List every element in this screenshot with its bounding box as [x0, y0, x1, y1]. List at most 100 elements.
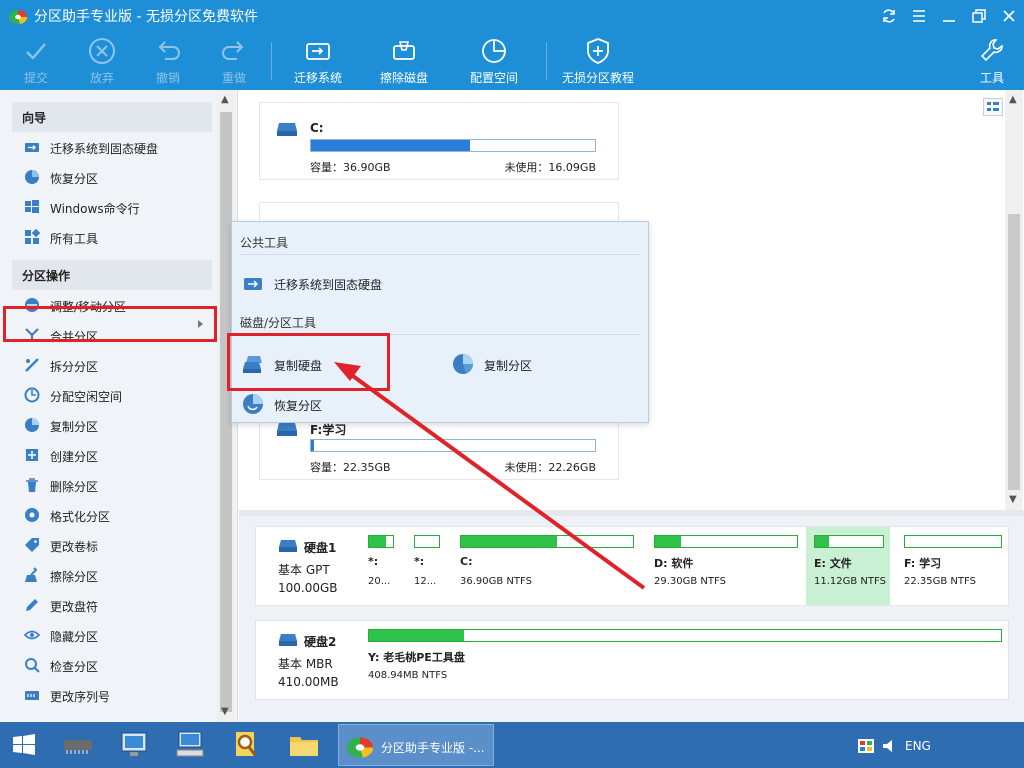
close-button[interactable]: [996, 4, 1022, 28]
migrate-ssd-icon: [25, 143, 39, 152]
partition-card[interactable]: C: 容量：36.90GB 未使用：16.09GB: [259, 102, 619, 180]
hamburger-icon: [913, 10, 925, 22]
submit-label: 提交: [23, 71, 48, 85]
input-method-icon[interactable]: [858, 739, 874, 753]
sidebar-item-label: 复制分区: [50, 420, 99, 434]
disk-icon: [279, 540, 297, 552]
sidebar-item-recover-partition[interactable]: 恢复分区: [12, 162, 212, 192]
sidebar-item-migrate-ssd[interactable]: 迁移系统到固态硬盘: [12, 132, 212, 162]
minimize-button[interactable]: [936, 4, 962, 28]
refresh-icon: [883, 9, 895, 23]
language-indicator[interactable]: ENG: [905, 739, 931, 753]
sidebar-item-delete[interactable]: 删除分区: [12, 470, 212, 500]
partition-usage-fill: [369, 536, 386, 547]
copy-disk-highlight: [227, 333, 390, 391]
disk-row[interactable]: 硬盘1 基本 GPT 100.00GB *: 20... *: 12... C:…: [255, 526, 1009, 606]
sidebar-item-split[interactable]: 拆分分区: [12, 350, 212, 380]
toolbar-separator: [271, 42, 272, 80]
flyout-item-copy-partition[interactable]: 复制分区: [442, 349, 642, 379]
scroll-up-icon[interactable]: ▲: [221, 94, 229, 105]
partition-usage-fill: [369, 630, 464, 641]
migrate-ssd-icon: [244, 278, 262, 290]
taskbar-search-app[interactable]: [228, 728, 264, 762]
disk-title: 硬盘2: [304, 635, 337, 649]
undo-label: 撤销: [155, 71, 180, 85]
sidebar-item-wipe-partition[interactable]: 擦除分区: [12, 560, 212, 590]
sidebar-item-label: 更改序列号: [50, 690, 111, 704]
partition-label: *:: [414, 555, 425, 568]
partition-size: 22.35GB NTFS: [904, 576, 976, 587]
sidebar-item-change-serial[interactable]: 更改序列号: [12, 680, 212, 710]
partition-usage-fill: [815, 536, 829, 547]
partition-block[interactable]: D: 软件 29.30GB NTFS: [646, 527, 804, 605]
copy-partition-icon: [453, 354, 473, 374]
disk-panel: 硬盘1 基本 GPT 100.00GB *: 20... *: 12... C:…: [239, 516, 1024, 722]
discard-button[interactable]: 放弃: [80, 36, 124, 88]
sidebar-item-allocate[interactable]: 分配空闲空间: [12, 380, 212, 410]
all-tools-icon: [25, 229, 40, 244]
submit-button[interactable]: 提交: [14, 36, 58, 88]
partition-block[interactable]: Y: 老毛桃PE工具盘 408.94MB NTFS: [360, 621, 1006, 699]
partition-ops-section-title: 分区操作: [12, 260, 212, 290]
sidebar-item-create-partition[interactable]: 创建分区: [12, 440, 212, 470]
partition-view-scroll-thumb[interactable]: [1008, 214, 1020, 490]
tutorial-button[interactable]: 无损分区教程: [558, 36, 638, 88]
eraser-disk-icon: [393, 41, 415, 60]
monitor-keyboard-icon: [176, 731, 204, 757]
migrate-os-button[interactable]: 迁移系统: [288, 36, 348, 88]
disk-row[interactable]: 硬盘2 基本 MBR 410.00MB Y: 老毛桃PE工具盘 408.94MB…: [255, 620, 1009, 700]
taskbar-hardware-app[interactable]: [60, 728, 96, 762]
partition-label: *:: [368, 555, 379, 568]
config-space-button[interactable]: 配置空间: [464, 36, 524, 88]
sidebar-item-windows-cmd[interactable]: Windows命令行: [12, 192, 212, 222]
partition-block[interactable]: *: 12...: [406, 527, 446, 605]
menu-button[interactable]: [906, 4, 932, 28]
check-icon: [26, 43, 46, 60]
start-button[interactable]: [6, 728, 42, 762]
capacity-text: 容量：36.90GB: [310, 161, 391, 174]
volume-icon[interactable]: [882, 739, 898, 753]
scroll-up-icon[interactable]: ▲: [1009, 94, 1017, 105]
redo-button[interactable]: 重做: [212, 36, 256, 88]
partition-label: Y: 老毛桃PE工具盘: [368, 651, 465, 664]
list-view-icon: [987, 102, 999, 111]
flyout-item-recover-partition[interactable]: 恢复分区: [232, 389, 432, 419]
taskbar-remote-app[interactable]: [172, 728, 208, 762]
sidebar-item-hide-partition[interactable]: 隐藏分区: [12, 620, 212, 650]
sidebar-item-copy-partition[interactable]: 复制分区: [12, 410, 212, 440]
undo-icon: [158, 41, 180, 60]
taskbar-active-app[interactable]: 分区助手专业版 -...: [338, 724, 494, 766]
capacity-text: 容量：22.35GB: [310, 461, 391, 474]
partition-view-scrollbar[interactable]: ▲ ▼: [1005, 90, 1023, 510]
partition-block[interactable]: E: 文件 11.12GB NTFS: [806, 527, 890, 605]
partition-block[interactable]: C: 36.90GB NTFS: [452, 527, 640, 605]
split-icon: [25, 358, 39, 372]
undo-button[interactable]: 撤销: [146, 36, 190, 88]
drive-icon: [277, 123, 297, 136]
restore-button[interactable]: [966, 4, 992, 28]
sidebar-item-change-drive-letter[interactable]: 更改盘符: [12, 590, 212, 620]
taskbar-network-app[interactable]: [116, 728, 152, 762]
wizard-section-title: 向导: [12, 102, 212, 132]
partition-block[interactable]: *: 20...: [360, 527, 400, 605]
tools-label: 工具: [979, 71, 1004, 85]
flyout-item-label: 复制分区: [484, 359, 533, 373]
partition-block[interactable]: F: 学习 22.35GB NTFS: [896, 527, 1008, 605]
view-toggle-button[interactable]: [983, 98, 1003, 116]
taskbar-explorer-app[interactable]: [286, 728, 322, 762]
sidebar-item-label: 隐藏分区: [50, 630, 99, 644]
hide-icon: [24, 630, 40, 640]
tools-button[interactable]: 工具: [970, 36, 1014, 88]
scroll-down-icon[interactable]: ▼: [1009, 494, 1017, 505]
sidebar-item-change-label[interactable]: 更改卷标: [12, 530, 212, 560]
scroll-down-icon[interactable]: ▼: [221, 706, 229, 717]
flyout-item-migrate-ssd[interactable]: 迁移系统到固态硬盘: [232, 268, 432, 298]
refresh-button[interactable]: [876, 4, 902, 28]
sidebar-item-check-partition[interactable]: 检查分区: [12, 650, 212, 680]
flyout-divider: [240, 254, 640, 255]
wipe-disk-button[interactable]: 擦除磁盘: [374, 36, 434, 88]
sidebar-item-label: 拆分分区: [50, 360, 99, 374]
recover-partition-icon: [243, 394, 263, 414]
sidebar-item-format[interactable]: 格式化分区: [12, 500, 212, 530]
sidebar-item-all-tools[interactable]: 所有工具: [12, 222, 212, 252]
